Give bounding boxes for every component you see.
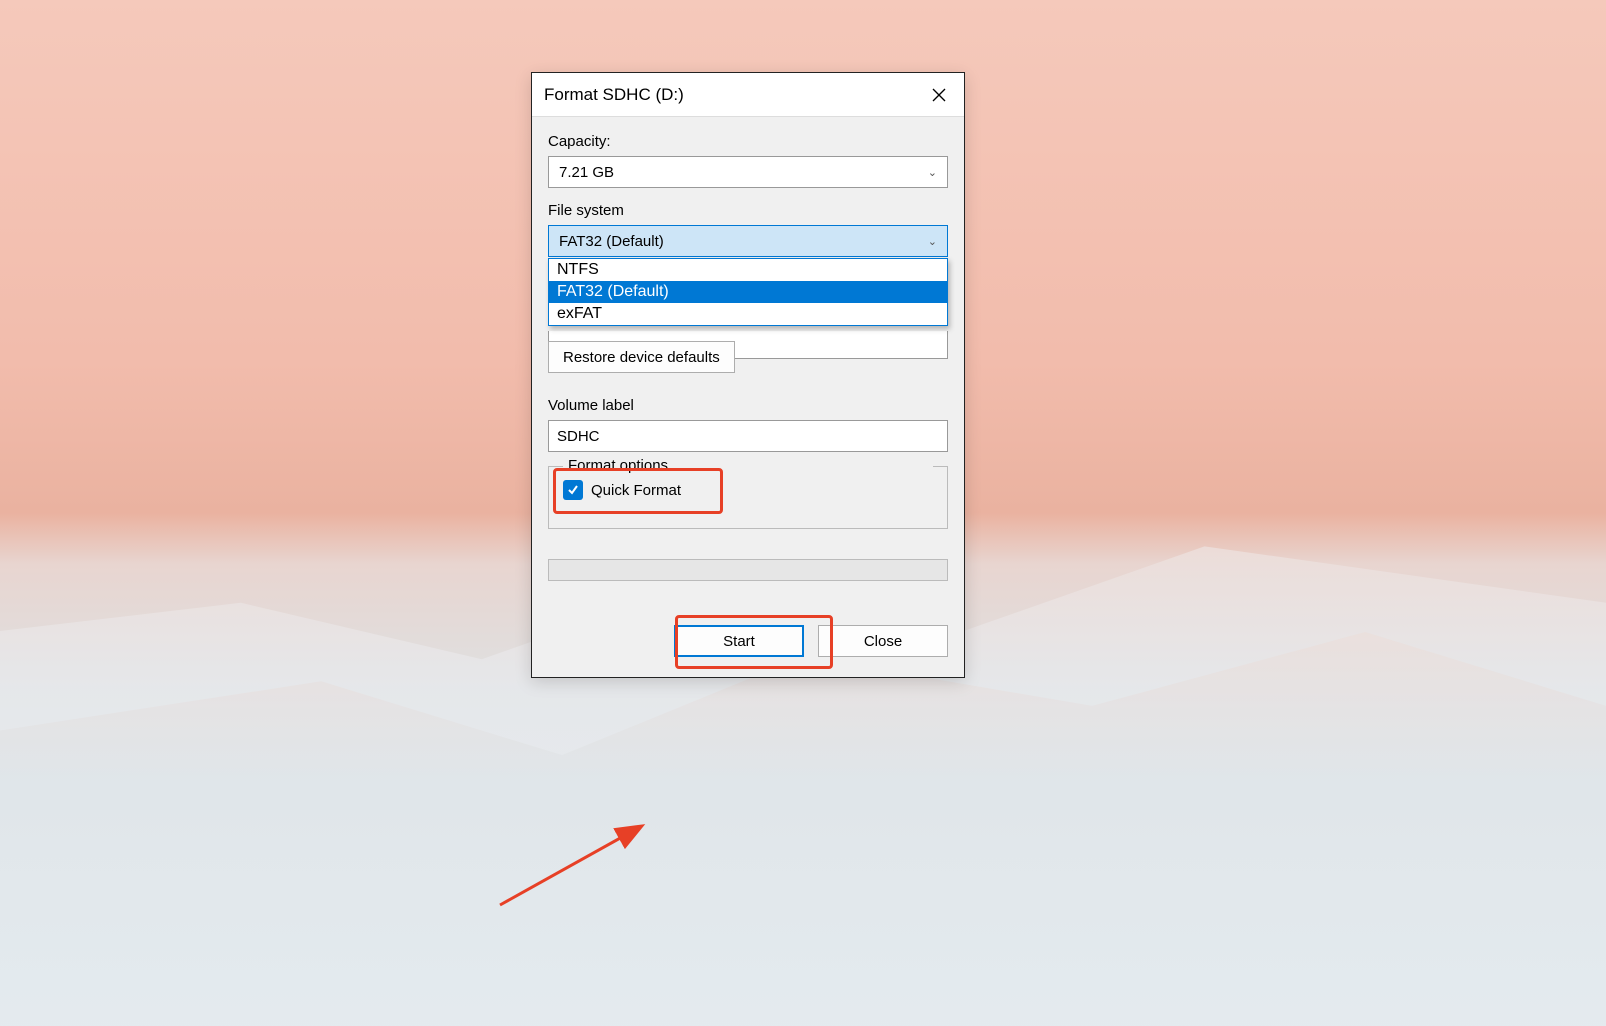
progress-bar: [548, 559, 948, 581]
filesystem-label: File system: [548, 202, 948, 219]
quick-format-row: Quick Format: [563, 480, 933, 500]
volume-label-group: Volume label: [548, 397, 948, 452]
filesystem-group: File system FAT32 (Default) ⌄ NTFS FAT32…: [548, 202, 948, 257]
capacity-select[interactable]: 7.21 GB ⌄: [548, 156, 948, 188]
capacity-label: Capacity:: [548, 133, 948, 150]
close-dialog-button[interactable]: Close: [818, 625, 948, 657]
restore-defaults-button[interactable]: Restore device defaults: [548, 341, 735, 373]
restore-group: Restore device defaults: [548, 333, 948, 379]
start-button[interactable]: Start: [674, 625, 804, 657]
dialog-body: Capacity: 7.21 GB ⌄ File system FAT32 (D…: [532, 117, 964, 677]
filesystem-option-exfat[interactable]: exFAT: [549, 303, 947, 325]
capacity-group: Capacity: 7.21 GB ⌄: [548, 133, 948, 188]
close-icon: [932, 88, 946, 102]
chevron-down-icon: ⌄: [928, 235, 937, 248]
filesystem-option-fat32[interactable]: FAT32 (Default): [549, 281, 947, 303]
check-icon: [567, 484, 579, 496]
volume-label-input[interactable]: [548, 420, 948, 452]
filesystem-select[interactable]: FAT32 (Default) ⌄: [548, 225, 948, 257]
filesystem-dropdown: NTFS FAT32 (Default) exFAT: [548, 258, 948, 326]
titlebar: Format SDHC (D:): [532, 73, 964, 117]
quick-format-checkbox[interactable]: [563, 480, 583, 500]
format-options-fieldset: Format options Quick Format: [548, 466, 948, 529]
quick-format-label: Quick Format: [591, 482, 681, 499]
button-row: Start Close: [548, 625, 948, 657]
filesystem-value: FAT32 (Default): [559, 233, 664, 250]
capacity-value: 7.21 GB: [559, 164, 614, 181]
filesystem-option-ntfs[interactable]: NTFS: [549, 259, 947, 281]
volume-label-label: Volume label: [548, 397, 948, 414]
format-dialog: Format SDHC (D:) Capacity: 7.21 GB ⌄ Fil…: [531, 72, 965, 678]
close-button[interactable]: [914, 73, 964, 116]
chevron-down-icon: ⌄: [928, 166, 937, 179]
format-options-legend: Format options: [563, 457, 933, 474]
dialog-title: Format SDHC (D:): [544, 85, 684, 105]
